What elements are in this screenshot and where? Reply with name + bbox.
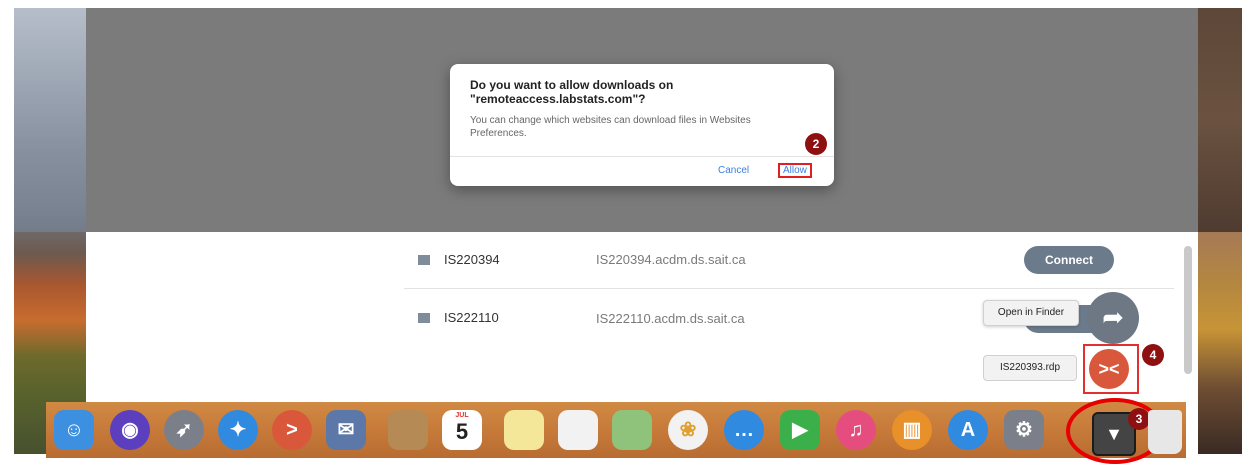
machine-fqdn: IS222110.acdm.ds.sait.ca	[596, 311, 745, 326]
step-badge-2: 2	[805, 133, 827, 155]
messages-icon[interactable]: …	[724, 410, 764, 450]
machine-hostname: IS220394	[444, 252, 500, 267]
connect-button[interactable]: Connect	[1024, 246, 1114, 274]
reminders-icon[interactable]	[558, 410, 598, 450]
dialog-divider	[450, 156, 834, 157]
photos-icon[interactable]: ❀	[668, 410, 708, 450]
row-divider	[404, 288, 1174, 289]
download-permission-dialog: Do you want to allow downloads on "remot…	[450, 64, 834, 186]
facetime-icon[interactable]: ▶	[780, 410, 820, 450]
itunes-icon[interactable]: ♫	[836, 410, 876, 450]
wallpaper-dim-right	[1198, 8, 1242, 232]
wallpaper-dim-left	[14, 8, 86, 232]
notes-icon[interactable]	[504, 410, 544, 450]
open-in-finder-label[interactable]: Open in Finder	[983, 300, 1079, 326]
dialog-message: You can change which websites can downlo…	[470, 115, 751, 139]
ibooks-icon[interactable]: ▥	[892, 410, 932, 450]
windows-icon	[418, 313, 430, 323]
step-badge-4: 4	[1142, 344, 1164, 366]
app-store-icon[interactable]: A	[948, 410, 988, 450]
machine-fqdn: IS220394.acdm.ds.sait.ca	[596, 252, 746, 267]
rdp-file-label[interactable]: IS220393.rdp	[983, 355, 1077, 381]
scrollbar[interactable]	[1184, 246, 1192, 374]
remote-desktop-file-icon[interactable]: ><	[1089, 349, 1129, 389]
safari-icon[interactable]: ✦	[218, 410, 258, 450]
system-preferences-icon[interactable]: ⚙	[1004, 410, 1044, 450]
siri-icon[interactable]: ◉	[110, 410, 150, 450]
trash-icon[interactable]	[1148, 410, 1182, 454]
calendar-day: 5	[455, 419, 469, 444]
allow-button[interactable]: Allow	[778, 163, 812, 178]
calendar-icon[interactable]: JUL 5	[442, 410, 482, 450]
launchpad-icon[interactable]: ➶	[164, 410, 204, 450]
step-badge-3: 3	[1128, 408, 1150, 430]
finder-icon[interactable]: ☺	[54, 410, 94, 450]
calendar-month: JUL	[455, 412, 469, 419]
dialog-title: Do you want to allow downloads on "remot…	[470, 78, 674, 106]
contacts-icon[interactable]	[388, 410, 428, 450]
remote-desktop-icon[interactable]: >	[272, 410, 312, 450]
windows-icon	[418, 255, 430, 265]
maps-icon[interactable]	[612, 410, 652, 450]
open-in-finder-arrow-icon[interactable]: ➦	[1087, 292, 1139, 344]
machine-hostname: IS222110	[444, 310, 499, 325]
cancel-button[interactable]: Cancel	[718, 165, 749, 176]
mail-icon[interactable]: ✉	[326, 410, 366, 450]
screen: Do you want to allow downloads on "remot…	[0, 0, 1256, 464]
